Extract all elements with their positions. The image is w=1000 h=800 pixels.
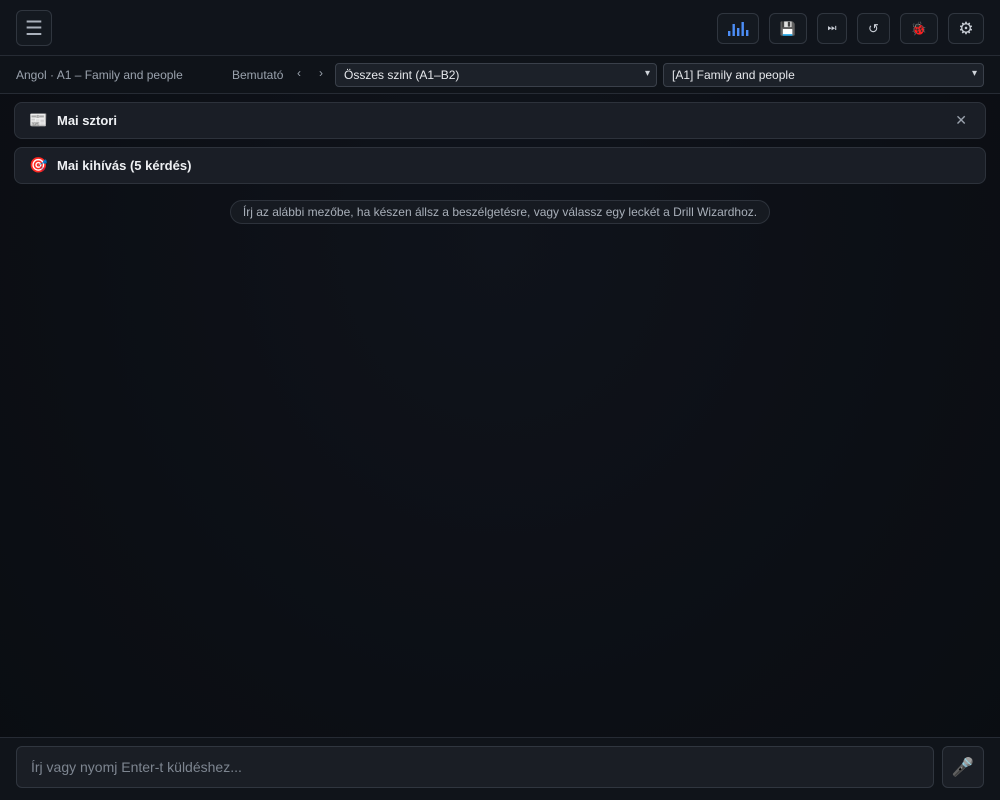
next-button[interactable]: › bbox=[315, 66, 327, 80]
empty-state-hint: Írj az alábbi mezőbe, ha készen állsz a … bbox=[230, 200, 770, 224]
chevron-down-icon: ▾ bbox=[644, 68, 650, 79]
microphone-icon: 🎤 bbox=[951, 756, 975, 777]
level-select[interactable]: Összes szint (A1–B2) ▾ bbox=[335, 63, 657, 87]
floppy-disk-icon: 💾 bbox=[779, 20, 797, 36]
mic-button[interactable]: 🎤 bbox=[942, 746, 984, 788]
hamburger-icon: ☰ bbox=[25, 17, 43, 40]
debug-button[interactable]: 🐞 bbox=[900, 13, 938, 44]
bug-icon: 🐞 bbox=[910, 20, 928, 36]
daily-challenge-title: Mai kihívás (5 kérdés) bbox=[57, 158, 192, 173]
level-select-value: Összes szint (A1–B2) bbox=[344, 68, 460, 82]
stats-button[interactable] bbox=[717, 13, 759, 44]
close-icon[interactable]: ✕ bbox=[955, 112, 967, 129]
top-toolbar: ☰ 💾 ⏭ ↺ 🐞 ⚙ bbox=[0, 0, 1000, 56]
demo-label: Bemutató bbox=[232, 68, 284, 82]
target-icon: 🎯 bbox=[29, 157, 48, 174]
prev-button[interactable]: ‹ bbox=[293, 66, 305, 80]
refresh-icon: ↺ bbox=[868, 20, 879, 36]
save-button[interactable]: 💾 bbox=[769, 13, 807, 44]
lesson-select[interactable]: [A1] Family and people ▾ bbox=[663, 63, 984, 87]
daily-challenge-card[interactable]: 🎯 Mai kihívás (5 kérdés) bbox=[14, 147, 986, 184]
daily-story-card[interactable]: 📰 Mai sztori ✕ bbox=[14, 102, 986, 139]
menu-button[interactable]: ☰ bbox=[16, 10, 52, 46]
settings-button[interactable]: ⚙ bbox=[948, 13, 984, 44]
skip-button[interactable]: ⏭ bbox=[817, 13, 847, 44]
daily-story-title: Mai sztori bbox=[57, 113, 117, 128]
newspaper-icon: 📰 bbox=[29, 112, 48, 129]
bar-chart-icon bbox=[728, 21, 749, 36]
gear-icon: ⚙ bbox=[958, 18, 974, 38]
reset-button[interactable]: ↺ bbox=[857, 13, 890, 44]
breadcrumb: Angol · A1 – Family and people bbox=[16, 68, 183, 82]
skip-forward-icon: ⏭ bbox=[827, 23, 837, 34]
message-input[interactable] bbox=[16, 746, 934, 788]
chevron-down-icon: ▾ bbox=[971, 68, 977, 79]
lesson-select-value: [A1] Family and people bbox=[672, 68, 795, 82]
